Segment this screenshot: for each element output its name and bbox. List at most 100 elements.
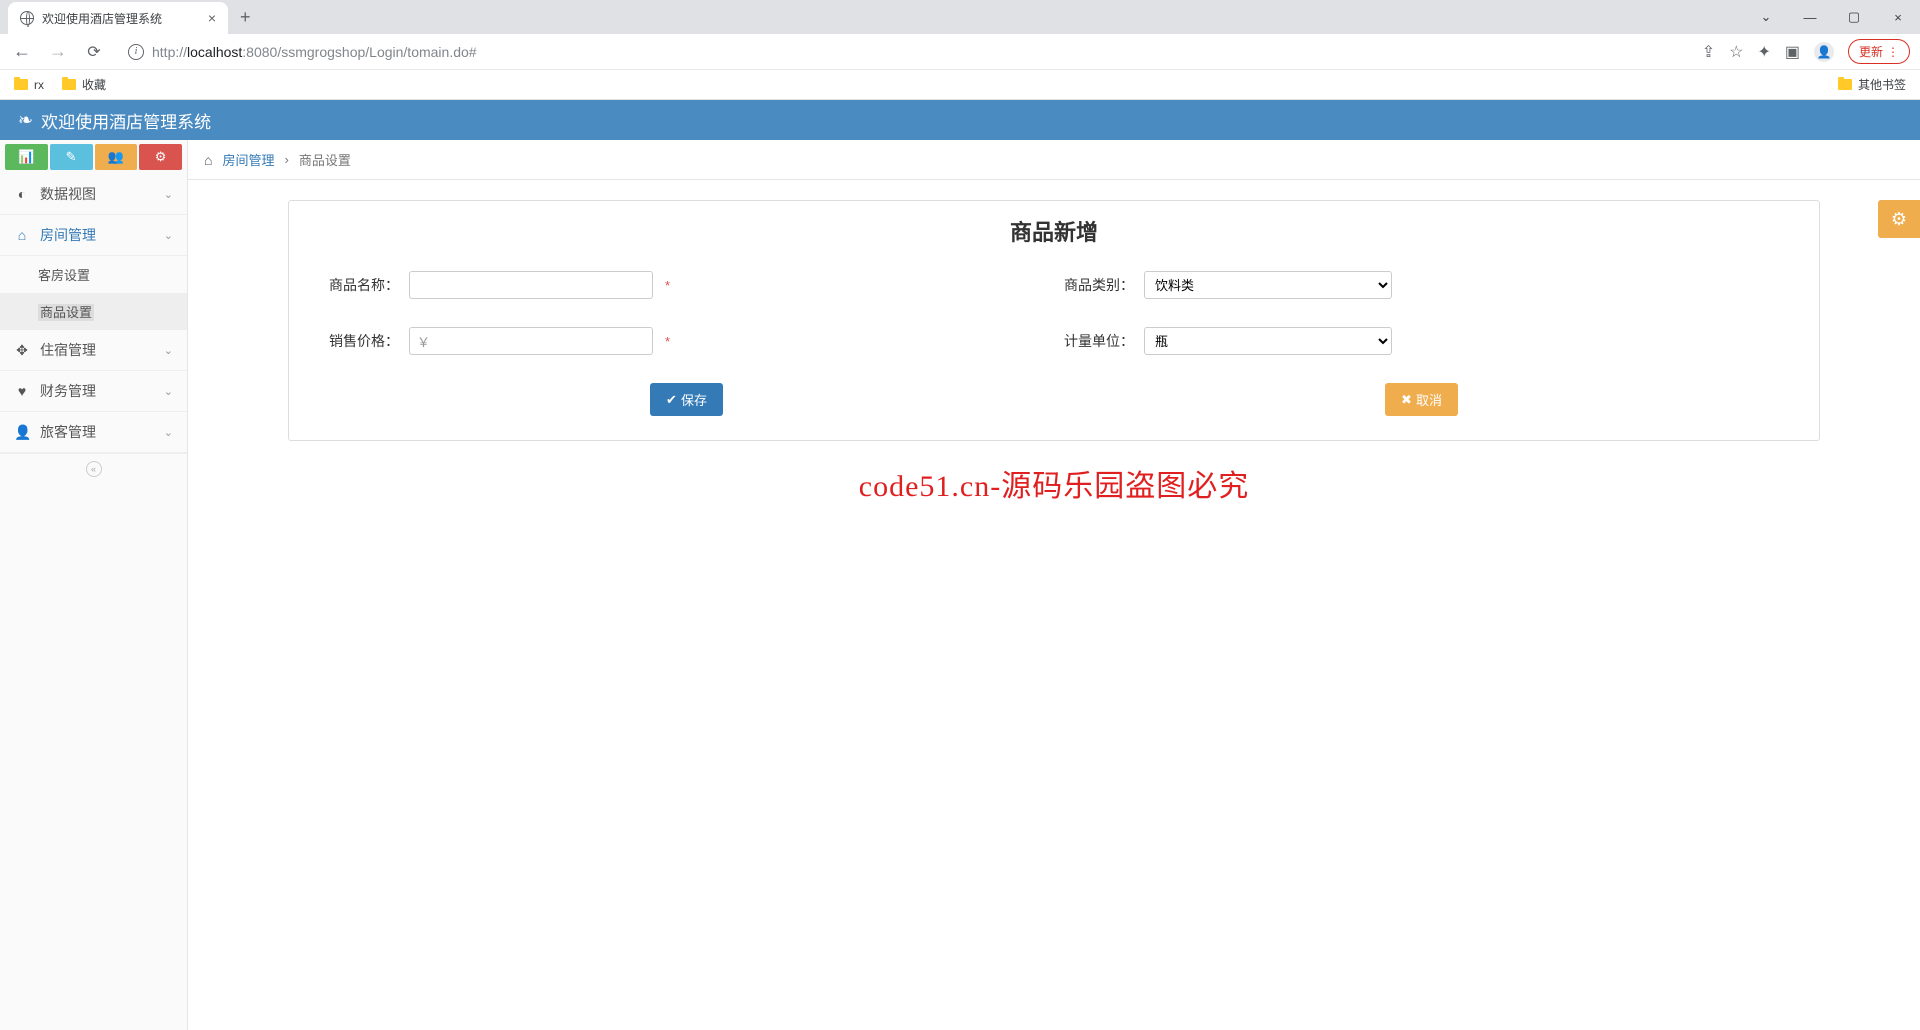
breadcrumb: ⌂ 房间管理 › 商品设置	[188, 140, 1920, 180]
sidebar-collapse-button[interactable]: «	[0, 453, 187, 483]
app-layout: 📊 ✎ 👥 ⚙ ◐ 数据视图 ⌄ ⌂ 房间管理 ⌄ 客房设置 商品设置 ✥ 住宿…	[0, 140, 1920, 1030]
sidebar-subitem-label: 商品设置	[38, 304, 94, 321]
quick-buttons: 📊 ✎ 👥 ⚙	[0, 140, 187, 174]
sidebar-item-dashboard[interactable]: ◐ 数据视图 ⌄	[0, 174, 187, 215]
required-mark: *	[665, 334, 670, 349]
minimize-icon[interactable]: —	[1788, 2, 1832, 32]
price-label: 销售价格：	[319, 331, 399, 351]
gear-icon: ⚙	[1891, 209, 1907, 230]
forward-button[interactable]: →	[46, 41, 70, 62]
pencil-icon: ✎	[66, 149, 77, 165]
watermark-text: code51.cn-源码乐园盗图必究	[188, 461, 1920, 505]
close-window-icon[interactable]: ×	[1876, 2, 1920, 32]
url-bar[interactable]: i http://localhost:8080/ssmgrogshop/Logi…	[118, 44, 1690, 60]
sidebar-item-label: 房间管理	[40, 225, 96, 245]
folder-icon	[62, 79, 76, 90]
check-icon: ✔	[666, 392, 677, 408]
sidebar-item-room[interactable]: ⌂ 房间管理 ⌄	[0, 215, 187, 256]
browser-tab[interactable]: 欢迎使用酒店管理系统 ×	[8, 2, 228, 34]
home-icon[interactable]: ⌂	[204, 152, 212, 168]
category-label: 商品类别：	[1054, 275, 1134, 295]
unit-select[interactable]: 瓶	[1144, 327, 1392, 355]
new-tab-button[interactable]: +	[228, 7, 263, 28]
price-input[interactable]	[409, 327, 653, 355]
app-header: ❧ 欢迎使用酒店管理系统	[0, 100, 1920, 140]
form-group-category: 商品类别： 饮料类	[1054, 271, 1789, 299]
sidebar-subitem-roomset[interactable]: 客房设置	[0, 256, 187, 293]
breadcrumb-separator: ›	[284, 152, 288, 167]
window-dropdown-icon[interactable]: ⌄	[1744, 2, 1788, 32]
bookmark-other[interactable]: 其他书签	[1838, 76, 1906, 93]
close-icon: ✖	[1401, 392, 1412, 408]
star-icon[interactable]: ☆	[1729, 42, 1743, 62]
chart-icon: 📊	[18, 149, 34, 165]
form-row: 商品名称： * 商品类别： 饮料类	[289, 271, 1819, 299]
form-row: 销售价格： ￥ * 计量单位： 瓶	[289, 327, 1819, 355]
user-icon: 👤	[14, 424, 30, 441]
app-title: 欢迎使用酒店管理系统	[41, 108, 211, 133]
window-controls: ⌄ — ▢ ×	[1744, 2, 1920, 32]
sidebar-item-finance[interactable]: ♥ 财务管理 ⌄	[0, 371, 187, 412]
folder-icon	[1838, 79, 1852, 90]
sidebar-item-stay[interactable]: ✥ 住宿管理 ⌄	[0, 330, 187, 371]
quick-users-button[interactable]: 👥	[95, 144, 138, 170]
tab-bar: 欢迎使用酒店管理系统 × + ⌄ — ▢ ×	[0, 0, 1920, 34]
form-panel: 商品新增 商品名称： * 商品类别： 饮料类 销售价格：	[288, 200, 1820, 441]
chevron-down-icon: ⌄	[164, 229, 173, 242]
globe-icon	[20, 11, 34, 25]
sidebar-subitem-label: 客房设置	[38, 268, 90, 283]
folder-icon	[14, 79, 28, 90]
name-input[interactable]	[409, 271, 653, 299]
home-icon: ⌂	[14, 227, 30, 243]
bookmark-rx[interactable]: rx	[14, 78, 44, 92]
sidebar-item-label: 旅客管理	[40, 422, 96, 442]
quick-stats-button[interactable]: 📊	[5, 144, 48, 170]
sidebar-item-label: 财务管理	[40, 381, 96, 401]
users-icon: 👥	[108, 149, 124, 165]
site-info-icon[interactable]: i	[128, 44, 144, 60]
share-icon[interactable]: ⇪	[1702, 42, 1715, 62]
bookmark-fav[interactable]: 收藏	[62, 76, 106, 93]
heart-icon: ♥	[14, 383, 30, 399]
chevron-down-icon: ⌄	[164, 188, 173, 201]
tab-title: 欢迎使用酒店管理系统	[42, 10, 200, 27]
back-button[interactable]: ←	[10, 41, 34, 62]
sidebar: 📊 ✎ 👥 ⚙ ◐ 数据视图 ⌄ ⌂ 房间管理 ⌄ 客房设置 商品设置 ✥ 住宿…	[0, 140, 188, 1030]
sidebar-item-label: 数据视图	[40, 184, 96, 204]
currency-prefix: ￥	[417, 332, 430, 351]
category-select[interactable]: 饮料类	[1144, 271, 1392, 299]
close-tab-icon[interactable]: ×	[208, 10, 216, 26]
button-row: ✔保存 ✖取消	[289, 383, 1819, 416]
form-group-unit: 计量单位： 瓶	[1054, 327, 1789, 355]
settings-float-button[interactable]: ⚙	[1878, 200, 1920, 238]
url-text: http://localhost:8080/ssmgrogshop/Login/…	[152, 44, 477, 60]
cancel-button[interactable]: ✖取消	[1385, 383, 1458, 416]
sidebar-item-guest[interactable]: 👤 旅客管理 ⌄	[0, 412, 187, 453]
browser-chrome: 欢迎使用酒店管理系统 × + ⌄ — ▢ × ← → ⟳ i http://lo…	[0, 0, 1920, 100]
reading-list-icon[interactable]: ▣	[1785, 42, 1800, 62]
dashboard-icon: ◐	[14, 186, 30, 202]
chevron-down-icon: ⌄	[164, 426, 173, 439]
sidebar-item-label: 住宿管理	[40, 340, 96, 360]
browser-toolbar: ← → ⟳ i http://localhost:8080/ssmgrogsho…	[0, 34, 1920, 70]
maximize-icon[interactable]: ▢	[1832, 2, 1876, 32]
main-content: ⌂ 房间管理 › 商品设置 商品新增 商品名称： * 商品类别： 饮料类	[188, 140, 1920, 1030]
bookmark-bar: rx 收藏 其他书签	[0, 70, 1920, 100]
collapse-icon: «	[86, 461, 102, 477]
update-button[interactable]: 更新 ⋮	[1848, 39, 1910, 64]
unit-label: 计量单位：	[1054, 331, 1134, 351]
reload-button[interactable]: ⟳	[82, 42, 106, 62]
chevron-down-icon: ⌄	[164, 344, 173, 357]
quick-settings-button[interactable]: ⚙	[139, 144, 182, 170]
quick-edit-button[interactable]: ✎	[50, 144, 93, 170]
sidebar-subitem-goods[interactable]: 商品设置	[0, 293, 187, 330]
toolbar-right: ⇪ ☆ ✦ ▣ 👤 更新 ⋮	[1702, 39, 1910, 64]
form-group-name: 商品名称： *	[319, 271, 1054, 299]
cogs-icon: ⚙	[155, 149, 167, 165]
breadcrumb-parent[interactable]: 房间管理	[222, 150, 274, 169]
extensions-icon[interactable]: ✦	[1757, 42, 1770, 62]
required-mark: *	[665, 278, 670, 293]
profile-avatar-icon[interactable]: 👤	[1814, 42, 1834, 62]
form-title: 商品新增	[289, 215, 1819, 247]
save-button[interactable]: ✔保存	[650, 383, 723, 416]
